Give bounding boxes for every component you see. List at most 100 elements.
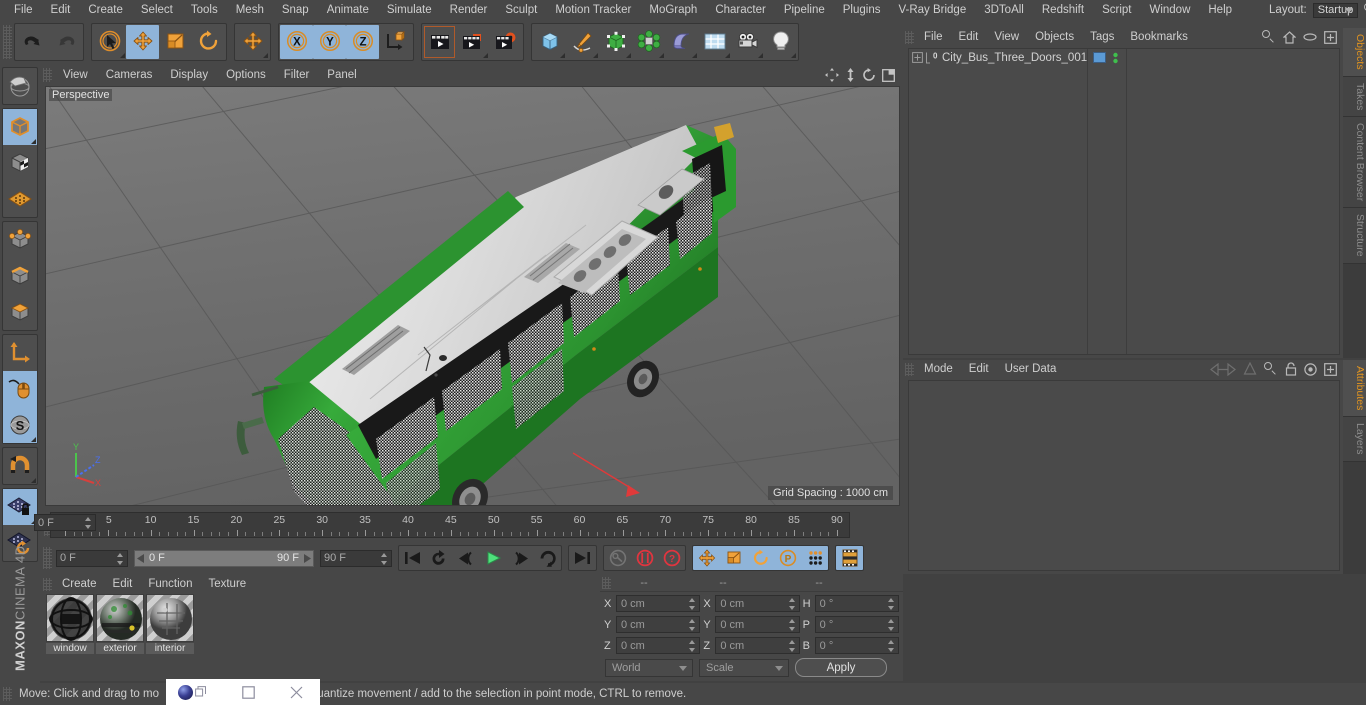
viewport-menu-filter[interactable]: Filter bbox=[275, 69, 319, 81]
play-forward-button[interactable] bbox=[480, 546, 507, 570]
spinner-icon[interactable] bbox=[117, 552, 124, 565]
maximize-view-icon[interactable] bbox=[882, 68, 895, 82]
viewport-menu-cameras[interactable]: Cameras bbox=[97, 69, 162, 81]
viewport-grip[interactable] bbox=[43, 68, 52, 82]
redo-button[interactable] bbox=[49, 25, 82, 59]
previous-frame-button[interactable] bbox=[453, 546, 480, 570]
rotate-tool-button[interactable] bbox=[192, 25, 225, 59]
materials-menu-texture[interactable]: Texture bbox=[200, 578, 254, 590]
layer-badge-icon[interactable]: 0 bbox=[925, 52, 939, 64]
range-left-arrow-icon[interactable] bbox=[137, 553, 146, 563]
lock-icon[interactable] bbox=[1285, 362, 1297, 376]
maximize-button[interactable] bbox=[225, 679, 272, 705]
vertical-tab-layers[interactable]: Layers bbox=[1343, 417, 1366, 462]
menu-item-file[interactable]: File bbox=[5, 0, 42, 20]
menu-item-animate[interactable]: Animate bbox=[318, 0, 378, 20]
objects-menu-edit[interactable]: Edit bbox=[951, 31, 987, 43]
attributes-menu-edit[interactable]: Edit bbox=[961, 363, 997, 375]
preview-range-bar[interactable]: 0 F 90 F bbox=[134, 549, 314, 567]
transport-grip[interactable] bbox=[43, 547, 52, 569]
viewport-solo-button[interactable] bbox=[3, 371, 37, 407]
coord-field-position-1[interactable]: 0 cm bbox=[616, 616, 701, 633]
material-thumbnail[interactable] bbox=[146, 594, 194, 642]
move-tool-button[interactable] bbox=[126, 25, 159, 59]
move-duplicate-button[interactable] bbox=[236, 25, 269, 59]
menu-item-v-ray-bridge[interactable]: V-Ray Bridge bbox=[889, 0, 975, 20]
coord-field-size-2[interactable]: 0 cm bbox=[715, 637, 800, 654]
menu-item-redshift[interactable]: Redshift bbox=[1033, 0, 1093, 20]
coord-field-position-0[interactable]: 0 cm bbox=[616, 595, 701, 612]
scale-tool-button[interactable] bbox=[159, 25, 192, 59]
keyframe-selection-button[interactable]: ? bbox=[658, 546, 685, 570]
range-right-arrow-icon[interactable] bbox=[302, 553, 311, 563]
material-item[interactable]: exterior bbox=[96, 594, 144, 654]
timeline-toggle-button[interactable] bbox=[836, 546, 863, 570]
object-tag-swatch[interactable] bbox=[1093, 52, 1106, 63]
point-level-animation-button[interactable] bbox=[801, 546, 828, 570]
objects-menu-tags[interactable]: Tags bbox=[1082, 31, 1122, 43]
menu-item-tools[interactable]: Tools bbox=[182, 0, 227, 20]
world-object-coordinate-button[interactable] bbox=[379, 25, 412, 59]
attributes-content[interactable] bbox=[908, 380, 1340, 571]
spinner-icon[interactable] bbox=[85, 517, 92, 529]
render-view-button[interactable] bbox=[423, 25, 456, 59]
toolbar-grip[interactable] bbox=[3, 25, 12, 59]
spinner-icon[interactable] bbox=[788, 640, 796, 652]
ellipse-icon[interactable] bbox=[1303, 32, 1317, 42]
vertical-tab-takes[interactable]: Takes bbox=[1343, 76, 1366, 118]
objects-tree[interactable]: 0 City_Bus_Three_Doors_001 bbox=[908, 48, 1340, 355]
objects-menu-view[interactable]: View bbox=[986, 31, 1027, 43]
coord-field-rotation-0[interactable]: 0 ° bbox=[814, 595, 899, 612]
expand-plus-icon[interactable] bbox=[912, 52, 923, 63]
cone-icon[interactable] bbox=[1243, 362, 1257, 376]
coord-field-size-1[interactable]: 0 cm bbox=[715, 616, 800, 633]
play-backwards-button[interactable] bbox=[426, 546, 453, 570]
move-view-icon[interactable] bbox=[825, 68, 839, 82]
spinner-icon[interactable] bbox=[887, 640, 895, 652]
restore-icon[interactable] bbox=[195, 686, 207, 698]
attributes-menu-mode[interactable]: Mode bbox=[916, 363, 961, 375]
menu-item-help[interactable]: Help bbox=[1199, 0, 1241, 20]
timeline-ruler[interactable]: 051015202530354045505560657075808590 bbox=[50, 512, 850, 538]
make-editable-button[interactable] bbox=[3, 68, 37, 104]
workplane-lock-button[interactable] bbox=[3, 489, 37, 525]
z-axis-lock-button[interactable]: Z bbox=[346, 25, 379, 59]
coord-field-rotation-2[interactable]: 0 ° bbox=[814, 637, 899, 654]
snapping-button[interactable] bbox=[3, 448, 37, 484]
key-scale-button[interactable] bbox=[720, 546, 747, 570]
bend-deformer-button[interactable] bbox=[665, 25, 698, 59]
points-mode-button[interactable] bbox=[3, 222, 37, 258]
record-button[interactable] bbox=[631, 546, 658, 570]
objects-menu-file[interactable]: File bbox=[916, 31, 951, 43]
loop-button[interactable] bbox=[534, 546, 561, 570]
apply-button[interactable]: Apply bbox=[795, 658, 887, 677]
floor-environment-button[interactable] bbox=[698, 25, 731, 59]
attributes-grip[interactable] bbox=[905, 362, 914, 376]
go-to-end-button[interactable] bbox=[569, 546, 596, 570]
frame-start-field[interactable]: 0 F bbox=[56, 549, 128, 567]
coordinates-grip[interactable] bbox=[602, 576, 611, 589]
materials-grip[interactable] bbox=[43, 577, 52, 591]
materials-list[interactable]: window exterior interior bbox=[46, 594, 598, 679]
search-icon[interactable] bbox=[1262, 30, 1276, 44]
autokeying-button[interactable] bbox=[604, 546, 631, 570]
rotate-view-icon[interactable] bbox=[862, 68, 876, 82]
vertical-tab-content-browser[interactable]: Content Browser bbox=[1343, 117, 1366, 209]
material-thumbnail[interactable] bbox=[46, 594, 94, 642]
coordinate-mode-select[interactable]: Scale bbox=[699, 658, 789, 677]
search-icon[interactable] bbox=[1264, 362, 1278, 376]
target-icon[interactable] bbox=[1304, 362, 1317, 376]
menu-item-character[interactable]: Character bbox=[706, 0, 775, 20]
menu-item-edit[interactable]: Edit bbox=[42, 0, 80, 20]
viewport-menu-panel[interactable]: Panel bbox=[318, 69, 365, 81]
materials-menu-edit[interactable]: Edit bbox=[105, 578, 141, 590]
go-to-start-button[interactable] bbox=[399, 546, 426, 570]
spinner-icon[interactable] bbox=[788, 619, 796, 631]
visibility-dots[interactable] bbox=[1112, 52, 1119, 67]
spinner-icon[interactable] bbox=[689, 640, 696, 652]
materials-menu-create[interactable]: Create bbox=[54, 578, 105, 590]
objects-menu-bookmarks[interactable]: Bookmarks bbox=[1122, 31, 1196, 43]
close-button[interactable] bbox=[273, 679, 320, 705]
light-button[interactable] bbox=[764, 25, 797, 59]
material-item[interactable]: interior bbox=[146, 594, 194, 654]
